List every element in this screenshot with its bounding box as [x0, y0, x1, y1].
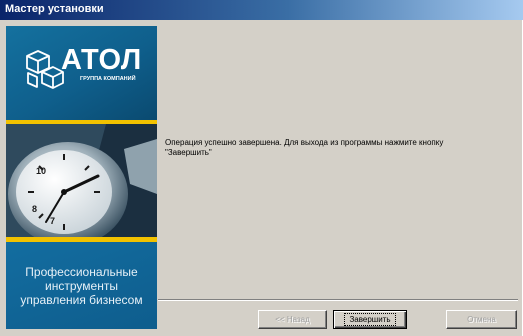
separator-line — [158, 299, 518, 301]
slogan-line: инструменты — [45, 279, 118, 293]
logo-subtext: ГРУППА КОМПАНИЙ — [80, 76, 136, 82]
slogan-line: Профессиональные — [25, 265, 138, 279]
cancel-button-label: Отмена — [467, 315, 496, 324]
clock-photo: 10 8 7 — [6, 124, 157, 237]
logo-text: АТОЛ — [61, 44, 142, 76]
svg-text:8: 8 — [32, 204, 37, 214]
slogan-line: управления бизнесом — [20, 293, 143, 307]
cancel-button[interactable]: Отмена — [446, 310, 517, 329]
svg-text:10: 10 — [36, 166, 46, 176]
message-line: Операция успешно завершена. Для выхода и… — [165, 138, 444, 147]
back-button[interactable]: << Назад — [258, 310, 327, 329]
sidebar-banner: АТОЛ ГРУППА КОМПАНИЙ 10 8 7 Профессионал… — [6, 26, 157, 329]
slogan-area: Профессиональные инструменты управления … — [6, 242, 157, 329]
completion-message: Операция успешно завершена. Для выхода и… — [165, 138, 505, 158]
finish-button[interactable]: Завершить — [333, 310, 407, 329]
slogan: Профессиональные инструменты управления … — [6, 265, 157, 307]
logo-area: АТОЛ ГРУППА КОМПАНИЙ — [6, 26, 157, 120]
message-line: "Завершить" — [165, 148, 212, 157]
clock-image: 10 8 7 — [6, 124, 157, 237]
finish-button-label: Завершить — [344, 313, 396, 326]
installer-window: Мастер установки АТОЛ ГРУППА КОМПАНИЙ 10… — [0, 0, 523, 336]
svg-text:7: 7 — [50, 216, 55, 226]
window-title: Мастер установки — [5, 3, 104, 15]
back-button-label: << Назад — [275, 315, 310, 324]
title-bar[interactable]: Мастер установки — [0, 0, 523, 20]
